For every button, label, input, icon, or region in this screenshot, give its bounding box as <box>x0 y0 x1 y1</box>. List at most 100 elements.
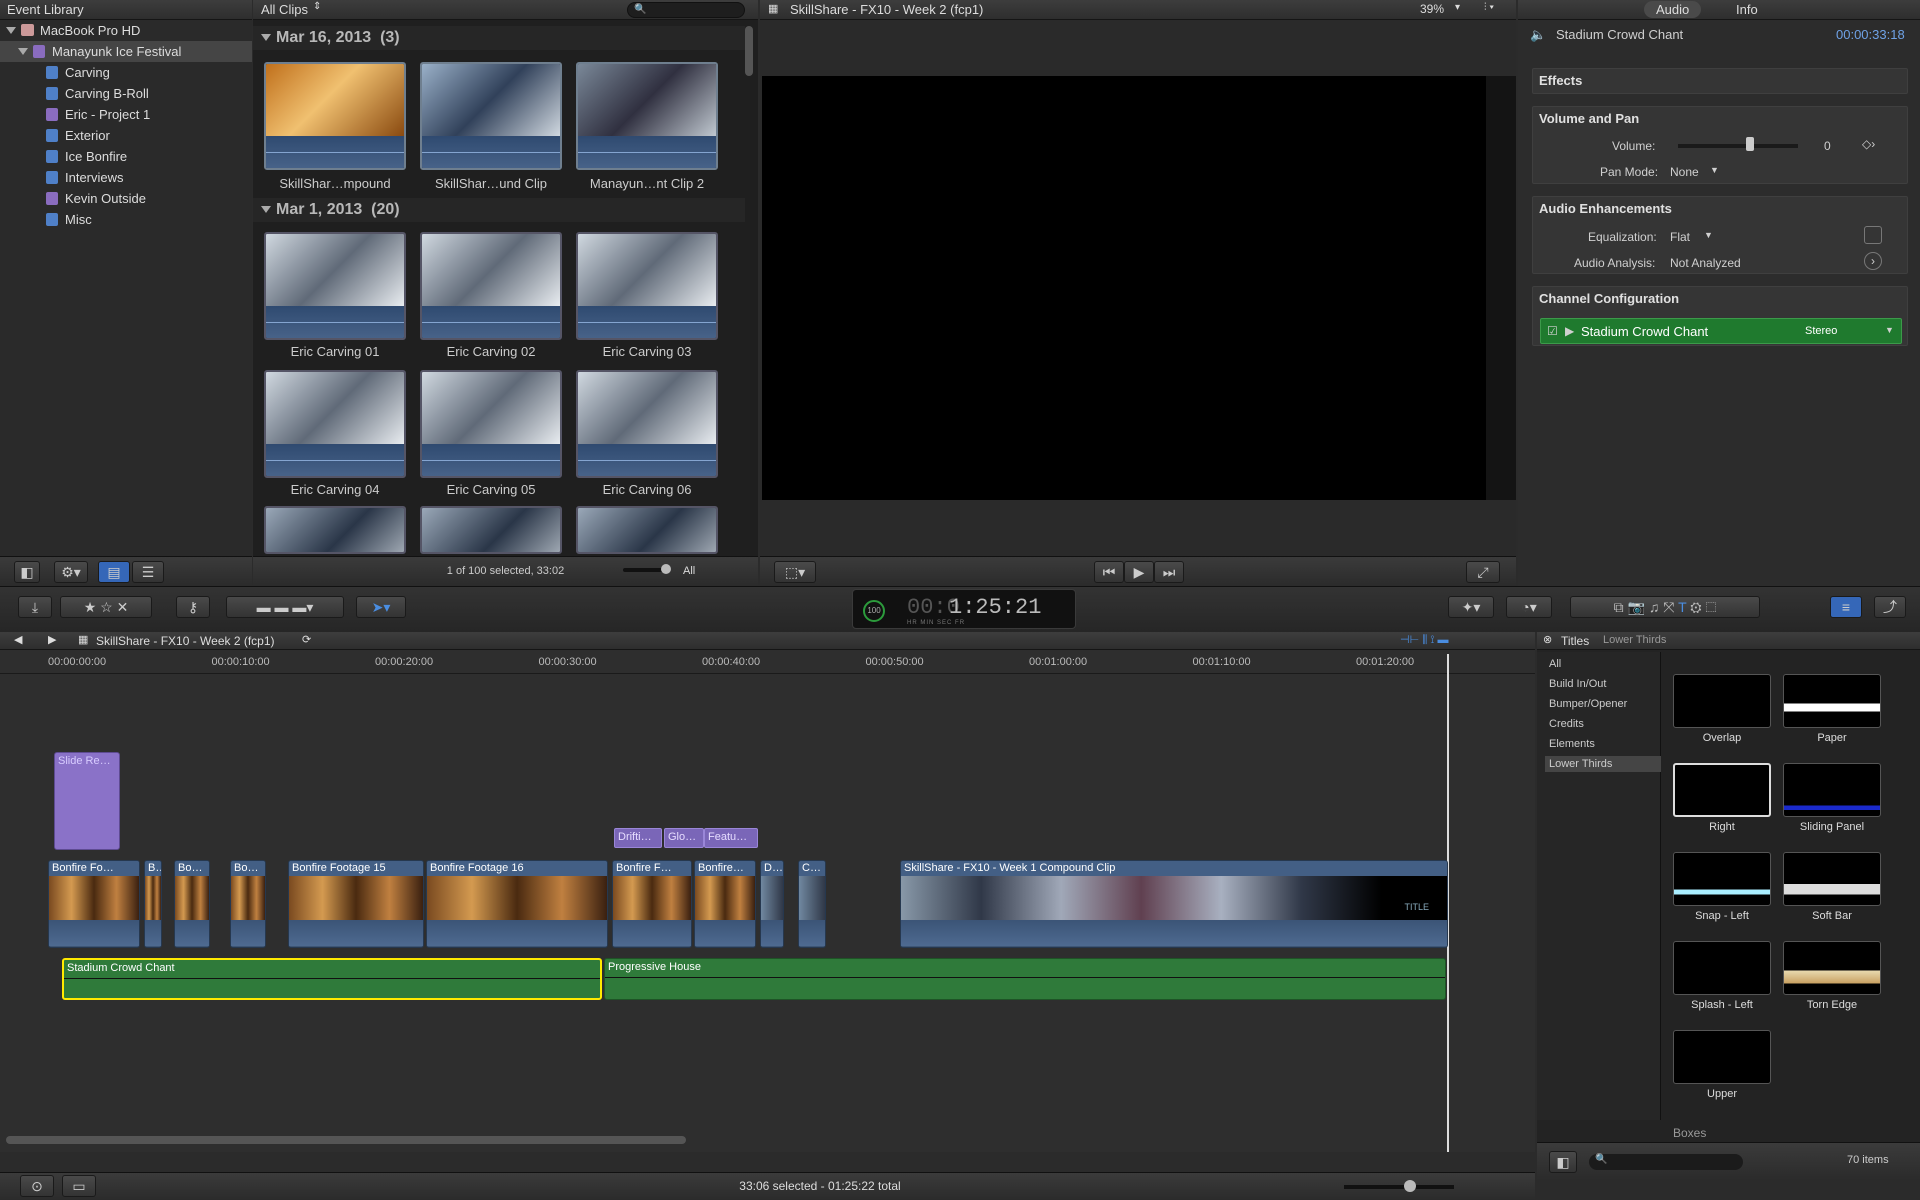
skimming-icon[interactable]: ⊣⊢ ⫼ ⟟ ▬ <box>1400 633 1449 647</box>
keyword-icon[interactable]: ⚷ <box>176 596 210 618</box>
event-item-manayunk[interactable]: Manayunk Ice Festival <box>0 41 252 62</box>
disclosure-icon[interactable] <box>261 34 271 41</box>
video-frame[interactable] <box>762 76 1486 500</box>
connected-title-clip[interactable]: Glo… <box>664 828 704 848</box>
import-icon[interactable]: ⤓ <box>18 596 52 618</box>
filmstrip-view-button[interactable]: ▤ <box>98 561 130 583</box>
view-options-icon[interactable]: ⫶ ▾ <box>1484 2 1494 13</box>
title-template[interactable]: Torn Edge <box>1783 941 1881 1011</box>
eq-graph-icon[interactable] <box>1864 226 1882 244</box>
browser-clip[interactable] <box>264 232 406 340</box>
select-tool-icon[interactable]: ➤▾ <box>356 596 406 618</box>
crop-transform-button[interactable]: ⬚▾ <box>774 561 816 583</box>
equalization-select[interactable]: Flat <box>1670 230 1690 244</box>
video-clip[interactable]: Bonfire F… <box>612 860 692 948</box>
tab-info[interactable]: Info <box>1736 2 1758 17</box>
event-item[interactable]: Exterior <box>0 125 252 146</box>
event-item[interactable]: Ice Bonfire <box>0 146 252 167</box>
sidebar-toggle-icon[interactable]: ◧ <box>1549 1151 1577 1173</box>
history-icon[interactable]: ⟳ <box>302 633 311 646</box>
inspector-toggle-icon[interactable]: ≡ <box>1830 596 1862 618</box>
browser-clip[interactable] <box>420 370 562 478</box>
title-template[interactable]: Right <box>1673 763 1771 833</box>
retime-icon[interactable]: ◔▾ <box>1506 596 1552 618</box>
browser-clip[interactable] <box>420 506 562 554</box>
connected-title-clip[interactable]: Featu… <box>704 828 758 848</box>
video-clip[interactable]: SkillShare - FX10 - Week 1 Compound Clip… <box>900 860 1448 948</box>
browser-clip[interactable] <box>420 62 562 170</box>
volume-line[interactable] <box>64 978 600 979</box>
keyframe-icon[interactable]: ◇› <box>1862 137 1875 151</box>
zoom-slider[interactable] <box>1344 1185 1454 1189</box>
media-browser-buttons[interactable]: ⧉ 📷 ♫ ⤧ T ⚙ ⬚ <box>1570 596 1760 618</box>
back-icon[interactable]: ◀ <box>14 633 22 646</box>
fullscreen-icon[interactable]: ⤢ <box>1466 561 1500 583</box>
rating-buttons[interactable]: ★ ☆ ✕ <box>60 596 152 618</box>
video-clip[interactable]: D… <box>760 860 784 948</box>
title-template[interactable]: Soft Bar <box>1783 852 1881 922</box>
category-item[interactable]: Build In/Out <box>1545 676 1661 692</box>
channel-mode-select[interactable]: Stereo <box>1805 325 1837 337</box>
title-template[interactable]: Overlap <box>1673 674 1771 744</box>
title-template[interactable]: Sliding Panel <box>1783 763 1881 833</box>
browser-clip[interactable] <box>576 232 718 340</box>
tab-audio[interactable]: Audio <box>1644 1 1702 18</box>
volume-knob[interactable] <box>1746 137 1754 151</box>
zoom-select[interactable]: 39% <box>1420 2 1444 16</box>
list-view-button[interactable]: ☰ <box>132 561 164 583</box>
clip-filter-select[interactable]: All Clips <box>261 2 308 17</box>
date-group-header[interactable]: Mar 1, 2013 (20) <box>253 198 745 222</box>
close-icon[interactable]: ⊗ <box>1543 633 1552 646</box>
search-input[interactable]: 🔍 <box>627 2 745 18</box>
duration-select[interactable]: All <box>683 565 695 577</box>
disk-item[interactable]: MacBook Pro HD <box>0 20 252 41</box>
volume-line[interactable] <box>605 977 1445 978</box>
disclosure-icon[interactable]: ▶ <box>1565 324 1574 338</box>
timeline-scrollbar[interactable] <box>6 1136 686 1144</box>
timeline-ruler[interactable]: 00:00:00:00 00:00:10:00 00:00:20:00 00:00:3… <box>0 652 1535 674</box>
video-clip[interactable]: Bonfire Footage 15 <box>288 860 424 948</box>
volume-slider[interactable] <box>1678 144 1798 148</box>
next-edit-icon[interactable]: ⏭ <box>1154 561 1184 583</box>
enhancements-icon[interactable]: ✦▾ <box>1448 596 1494 618</box>
event-item[interactable]: Carving B-Roll <box>0 83 252 104</box>
title-clip[interactable]: Slide Re… <box>54 752 120 850</box>
video-clip[interactable]: Bonfire Fo… <box>48 860 140 948</box>
share-icon[interactable]: ⤴ <box>1874 596 1906 618</box>
browser-clip[interactable] <box>420 232 562 340</box>
checkbox-icon[interactable]: ☑ <box>1547 324 1558 338</box>
pan-mode-select[interactable]: None <box>1670 165 1699 179</box>
title-template[interactable]: Upper <box>1673 1030 1771 1100</box>
video-clip[interactable]: B… <box>144 860 162 948</box>
audio-clip[interactable]: Stadium Crowd Chant <box>62 958 602 1000</box>
category-item[interactable]: All <box>1545 656 1661 672</box>
timecode-display[interactable]: 100 00:0 1:25:21 HR MIN SEC FR <box>852 589 1076 629</box>
effects-section[interactable]: Effects <box>1532 68 1908 94</box>
date-group-header[interactable]: Mar 16, 2013 (3) <box>253 26 745 50</box>
title-template[interactable]: Splash - Left <box>1673 941 1771 1011</box>
slider-knob[interactable] <box>661 564 671 574</box>
title-template[interactable]: Snap - Left <box>1673 852 1771 922</box>
volume-value[interactable]: 0 <box>1824 139 1831 153</box>
audio-clip[interactable]: Progressive House <box>604 958 1446 1000</box>
edit-buttons[interactable]: ▬ ▬ ▬▾ <box>226 596 344 618</box>
chevron-down-icon[interactable]: ▾ <box>1455 2 1460 13</box>
titles-search-input[interactable]: 🔍 <box>1589 1154 1743 1170</box>
category-item[interactable]: Credits <box>1545 716 1661 732</box>
title-template[interactable]: Paper <box>1783 674 1881 744</box>
hide-library-button[interactable]: ◧ <box>14 561 40 583</box>
connected-title-clip[interactable]: Drifti… <box>614 828 662 848</box>
video-clip[interactable]: Bo… <box>230 860 266 948</box>
channel-row[interactable]: ☑ ▶ Stadium Crowd Chant Stereo ▼ <box>1540 318 1902 344</box>
disclosure-icon[interactable] <box>6 27 16 34</box>
event-item[interactable]: Kevin Outside <box>0 188 252 209</box>
category-item[interactable]: Bumper/Opener <box>1545 696 1661 712</box>
disclosure-icon[interactable] <box>261 206 271 213</box>
event-item[interactable]: Interviews <box>0 167 252 188</box>
browser-clip[interactable] <box>576 506 718 554</box>
browser-clip[interactable] <box>264 62 406 170</box>
category-item[interactable]: Elements <box>1545 736 1661 752</box>
event-item[interactable]: Misc <box>0 209 252 230</box>
video-clip[interactable]: Bonfire Footage 16 <box>426 860 608 948</box>
scrollbar[interactable] <box>745 26 753 76</box>
